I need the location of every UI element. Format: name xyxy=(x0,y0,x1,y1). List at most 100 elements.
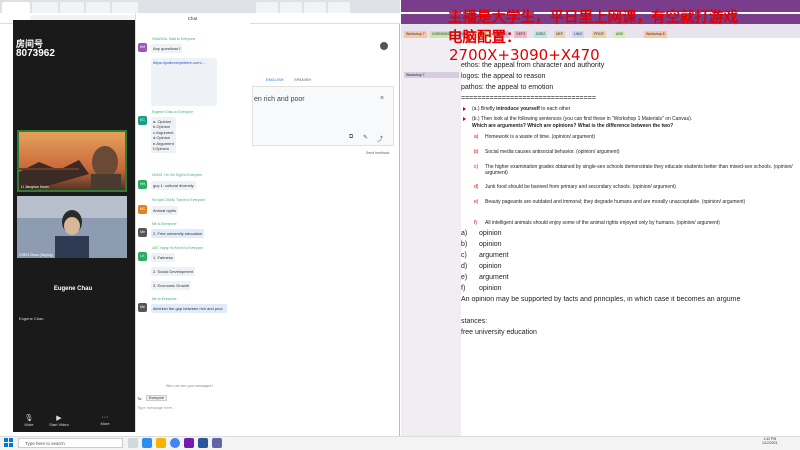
answer-text: argument xyxy=(479,252,509,259)
note-logos: logos: the appeal to reason xyxy=(461,73,546,80)
section-tab[interactable]: ASS xyxy=(614,31,626,38)
answer-letter: c) xyxy=(461,252,467,259)
task-a-prefix: (a.) Briefly xyxy=(472,106,497,112)
message-sender: Ho Wai CHAN, Travis to Everyone xyxy=(152,198,206,202)
start-icon[interactable] xyxy=(4,438,13,447)
bullet-triangle-icon xyxy=(463,107,466,111)
item-letter: b) xyxy=(474,149,479,155)
browser-tab[interactable] xyxy=(60,2,84,13)
chat-title: Chat xyxy=(187,16,198,21)
browser-tab[interactable] xyxy=(256,2,278,13)
chat-message: a. Opinion b.Opinion c.Argument d.Opinio… xyxy=(151,117,176,153)
avatar[interactable] xyxy=(380,42,388,50)
overlay-line-1: 主播是大学生，平日里上网课，有空就打游戏 xyxy=(448,10,738,26)
section-tab[interactable]: Workshop 7 xyxy=(404,31,427,38)
section-tab[interactable]: LING xyxy=(572,31,585,38)
clock-date: 1/12/2021 xyxy=(762,441,778,445)
file-explorer-icon[interactable] xyxy=(156,438,166,448)
answer-letter: d) xyxy=(461,263,468,270)
video-feed-sunset xyxy=(19,132,125,190)
video-name: CHEN Zihao (Jiaying) xyxy=(19,253,53,257)
answer-text: opinion xyxy=(479,230,502,237)
item-letter: c) xyxy=(474,164,479,170)
note-support: An opinion may be supported by facts and… xyxy=(461,296,741,303)
recipient-select[interactable]: Everyone xyxy=(146,395,167,401)
translation-panel xyxy=(252,86,394,146)
share-icon[interactable]: ⤴ xyxy=(377,134,383,143)
mute-label: Mute xyxy=(24,422,34,427)
video-tile-2[interactable]: CHEN Zihao (Jiaying) xyxy=(17,196,127,258)
teams-icon[interactable] xyxy=(212,438,222,448)
who-can-see-link[interactable]: Who can see your messages? xyxy=(166,384,213,388)
task-a-suffix: to each other xyxy=(539,106,571,112)
rate-icon[interactable]: ✎ xyxy=(363,134,368,141)
avatar: Me xyxy=(138,228,147,237)
room-id: 8073962 xyxy=(16,48,55,59)
browser-tab[interactable] xyxy=(280,2,302,13)
browser-tabstrip xyxy=(0,0,400,13)
browser-tab[interactable] xyxy=(86,2,110,13)
bullet-triangle-icon xyxy=(463,117,466,121)
avatar: HC xyxy=(138,205,147,214)
start-video-button[interactable]: ▶ Start Video xyxy=(47,414,71,427)
answer-text: opinion xyxy=(479,241,502,248)
chat-message: 1. Fairness xyxy=(151,253,175,262)
message-sender: HUANGA, Matt to Everyone xyxy=(152,37,196,41)
note-stance-1: free university education xyxy=(461,329,537,336)
to-label: To: xyxy=(137,396,143,401)
note-stances: stances: xyxy=(461,318,488,325)
item-text: Beauty pageants are outdated and immoral… xyxy=(485,199,746,205)
video-tile-1[interactable]: LI Jiangtian Kevin xyxy=(17,130,127,192)
answer-letter: f) xyxy=(461,285,466,292)
item-text: All intelligent animals should enjoy som… xyxy=(485,220,720,226)
chat-input[interactable]: Type message here... xyxy=(137,405,175,410)
message-sender: Me to Everyone xyxy=(152,222,177,226)
section-tab[interactable]: NEF xyxy=(554,31,565,38)
answer-letter: a) xyxy=(461,230,468,237)
browser-tab[interactable] xyxy=(32,2,58,13)
avatar: HH xyxy=(138,180,147,189)
chat-message: 2. Free university education xyxy=(151,229,205,238)
note-pathos: pathos: the appeal to emotion xyxy=(461,84,554,91)
browser-tab[interactable] xyxy=(2,2,30,13)
onenote-icon[interactable] xyxy=(184,438,194,448)
zoom-app-icon[interactable] xyxy=(142,438,152,448)
avatar: Me xyxy=(138,303,147,312)
video-name: LI Jiangtian Kevin xyxy=(21,185,49,189)
task-view-icon[interactable] xyxy=(128,438,138,448)
chat-message: Any questions? xyxy=(151,44,183,53)
video-feed-person xyxy=(17,196,127,258)
more-button[interactable]: ··· More xyxy=(93,414,117,426)
speaker-small-name: Eugene Chau xyxy=(19,316,44,321)
browser-tab[interactable] xyxy=(328,2,350,13)
windows-logo-icon xyxy=(4,438,13,447)
tab-english[interactable]: ENGLISH xyxy=(266,77,284,82)
tab-spanish[interactable]: SPANISH xyxy=(294,77,311,82)
page-list-item[interactable]: Workshop 7 xyxy=(404,72,459,78)
message-sender: HUNG, Ho Chi Sigil to Everyone xyxy=(152,173,203,177)
browser-tab[interactable] xyxy=(304,2,326,13)
avatar: HM xyxy=(138,43,147,52)
taskbar-search[interactable]: Type here to search xyxy=(18,438,123,448)
item-letter: e) xyxy=(474,199,479,205)
copy-icon[interactable]: ⧉ xyxy=(349,134,353,141)
chat-message: diminish the gap between rich and poor xyxy=(151,304,227,313)
overlay-line-3: 2700X+3090+X470 xyxy=(449,46,600,64)
item-text: Junk food should be banned from primary … xyxy=(485,184,676,190)
chrome-icon[interactable] xyxy=(170,438,180,448)
chat-message: Animal rights xyxy=(151,206,179,215)
item-letter: d) xyxy=(474,184,479,190)
message-sender: Me to Everyone xyxy=(152,297,177,301)
send-feedback-link[interactable]: Send feedback xyxy=(366,151,389,155)
section-tab[interactable]: Workshop 8 xyxy=(644,31,667,38)
item-letter: f) xyxy=(474,220,478,226)
clock[interactable]: 1:42 PM 1/12/2021 xyxy=(762,437,778,445)
browser-tab[interactable] xyxy=(112,2,138,13)
mute-button[interactable]: 🎙 Mute xyxy=(17,414,41,427)
section-tab[interactable]: DSE2 xyxy=(534,31,548,38)
close-icon[interactable]: × xyxy=(380,95,384,102)
word-icon[interactable] xyxy=(198,438,208,448)
answer-text: argument xyxy=(479,274,509,281)
chat-link[interactable]: https://polleverywhere.com/... xyxy=(151,58,217,106)
section-tab[interactable]: PROP xyxy=(592,31,606,38)
